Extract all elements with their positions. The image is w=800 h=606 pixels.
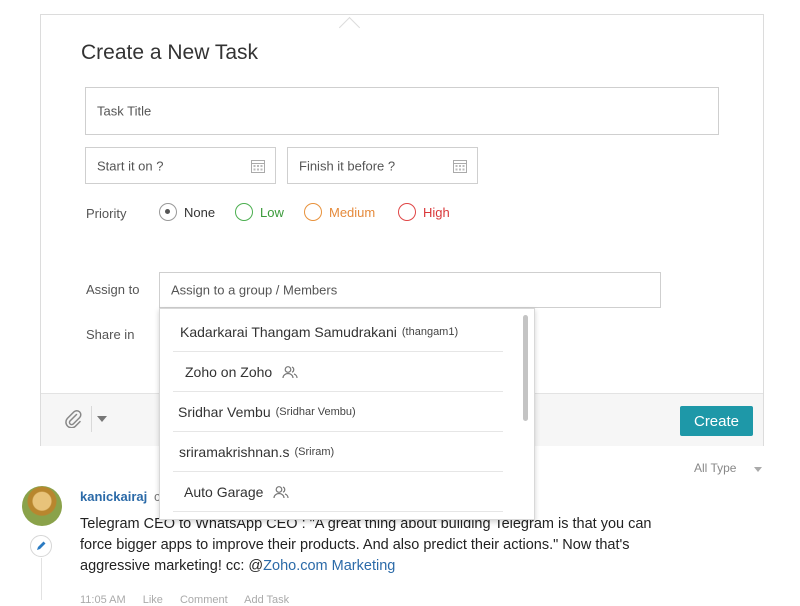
dropdown-item-sub: (thangam1): [401, 325, 459, 338]
group-icon: [273, 485, 289, 498]
pencil-icon: [37, 541, 46, 550]
dropdown-item[interactable]: Zoho on Zoho: [173, 352, 503, 392]
dropdown-item[interactable]: Kadarkarai Thangam Samudrakani (thangam1…: [173, 312, 503, 352]
radio-icon[interactable]: [398, 203, 416, 221]
dropdown-item-name: Kadarkarai Thangam Samudrakani: [180, 323, 397, 340]
priority-label: Priority: [86, 206, 127, 221]
post-time: 11:05 AM: [80, 594, 126, 606]
task-title-placeholder: Task Title: [97, 103, 152, 119]
post-author[interactable]: kanickairaj: [80, 489, 147, 504]
paperclip-icon[interactable]: [63, 408, 83, 428]
like-link[interactable]: Like: [143, 594, 163, 606]
dropdown-item-name: Zoho on Zoho: [185, 363, 273, 380]
dropdown-item[interactable]: Sridhar Vembu (Sridhar Vembu): [173, 392, 503, 432]
priority-medium-label: Medium: [329, 204, 376, 220]
finish-date-placeholder: Finish it before ?: [299, 158, 396, 173]
dropdown-item-sub: (Sriram): [294, 445, 335, 458]
priority-low-radio[interactable]: Low: [235, 203, 284, 221]
edit-button[interactable]: [30, 535, 52, 557]
panel-pointer: [338, 16, 361, 39]
radio-selected-icon[interactable]: [159, 203, 177, 221]
start-date-placeholder: Start it on ?: [97, 158, 164, 173]
assign-input[interactable]: Assign to a group / Members: [159, 272, 661, 308]
add-task-link[interactable]: Add Task: [244, 594, 289, 606]
priority-high-radio[interactable]: High: [398, 203, 450, 221]
dropdown-item-name: sriramakrishnan.s: [179, 443, 290, 460]
footer-divider: [91, 406, 92, 432]
post-meta: 11:05 AM Like Comment Add Task: [80, 594, 303, 606]
dropdown-item-name: Sridhar Vembu: [178, 403, 271, 420]
create-button[interactable]: Create: [680, 406, 753, 436]
task-title-input[interactable]: Task Title: [85, 87, 719, 135]
dropdown-item[interactable]: sriramakrishnan.s (Sriram): [173, 432, 503, 472]
share-in-label: Share in: [86, 327, 135, 342]
radio-icon[interactable]: [304, 203, 322, 221]
comment-link[interactable]: Comment: [180, 594, 228, 606]
finish-date-input[interactable]: Finish it before ?: [287, 147, 478, 184]
post-body: Telegram CEO to WhatsApp CEO : "A great …: [80, 514, 670, 577]
assign-dropdown: Kadarkarai Thangam Samudrakani (thangam1…: [159, 308, 535, 520]
calendar-icon[interactable]: [453, 159, 467, 173]
assign-to-label: Assign to: [86, 282, 140, 297]
post-mention-link[interactable]: Zoho.com Marketing: [263, 558, 395, 574]
chevron-down-icon[interactable]: [97, 416, 107, 422]
start-date-input[interactable]: Start it on ?: [85, 147, 276, 184]
chevron-down-icon[interactable]: [754, 467, 762, 472]
dropdown-item-sub: (Sridhar Vembu): [275, 405, 356, 418]
page-title: Create a New Task: [81, 41, 259, 64]
avatar[interactable]: [22, 486, 62, 526]
timeline-line: [41, 558, 42, 600]
dropdown-scrollbar[interactable]: [523, 315, 528, 421]
radio-icon[interactable]: [235, 203, 253, 221]
dropdown-item-name: Auto Garage: [184, 483, 264, 500]
type-filter[interactable]: All Type: [694, 461, 736, 475]
priority-low-label: Low: [260, 204, 284, 220]
priority-high-label: High: [423, 204, 450, 220]
priority-medium-radio[interactable]: Medium: [304, 203, 375, 221]
group-icon: [282, 365, 298, 378]
priority-none-radio[interactable]: None: [159, 203, 215, 221]
priority-none-label: None: [184, 204, 216, 220]
dropdown-item[interactable]: Auto Garage: [173, 472, 503, 512]
assign-placeholder: Assign to a group / Members: [171, 282, 338, 298]
calendar-icon[interactable]: [251, 159, 265, 173]
